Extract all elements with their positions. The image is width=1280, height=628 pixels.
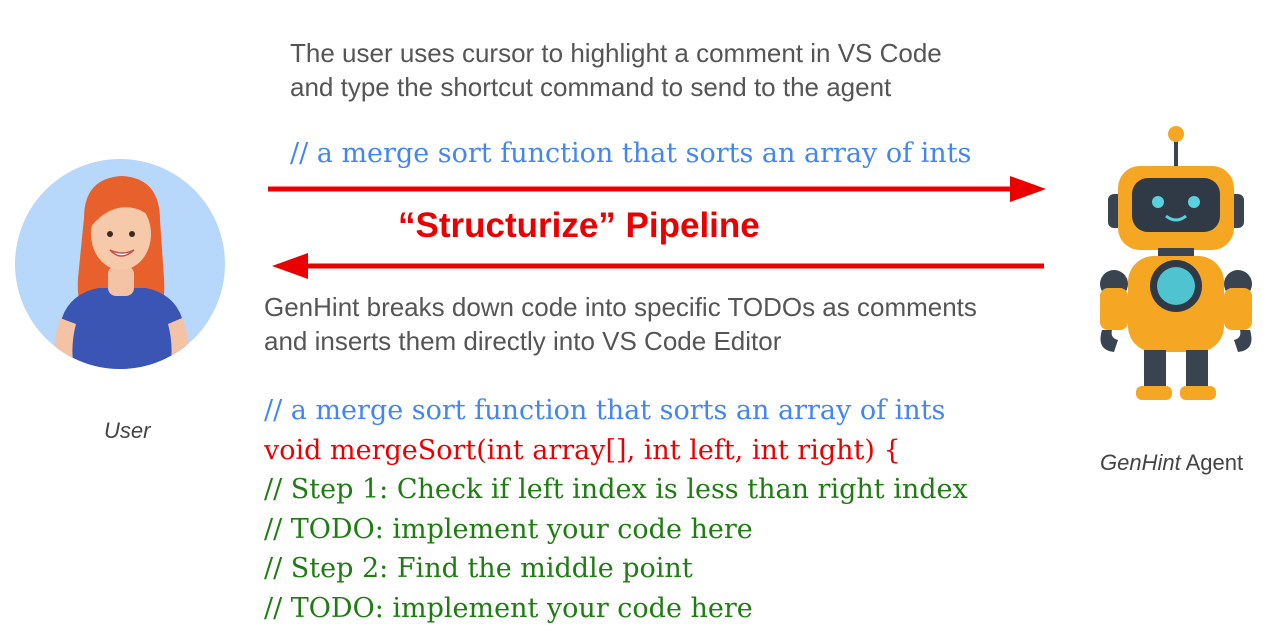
genhint-agent-robot: [1092, 124, 1262, 404]
robot-icon: [1100, 126, 1252, 400]
bottom-note: GenHint breaks down code into specific T…: [264, 290, 1064, 358]
request-comment: // a merge sort function that sorts an a…: [290, 138, 972, 169]
bottom-note-line-2: and inserts them directly into VS Code E…: [264, 326, 782, 356]
code-line-comment: // a merge sort function that sorts an a…: [264, 395, 946, 426]
code-line-signature: void mergeSort(int array[], int left, in…: [264, 434, 901, 466]
code-line-step-2: // Step 2: Find the middle point: [264, 553, 693, 584]
arrow-to-user: [270, 252, 1046, 282]
pipeline-title: “Structurize” Pipeline: [398, 206, 760, 245]
bottom-note-line-1: GenHint breaks down code into specific T…: [264, 292, 977, 322]
agent-suffix: Agent: [1180, 450, 1244, 475]
code-line-todo-2: // TODO: implement your code here: [264, 592, 753, 624]
top-note: The user uses cursor to highlight a comm…: [290, 36, 1050, 104]
woman-avatar-icon: [15, 159, 225, 369]
user-caption: User: [104, 418, 151, 443]
agent-caption: GenHint Agent: [1100, 450, 1243, 476]
arrow-to-agent: [268, 174, 1048, 204]
top-note-line-1: The user uses cursor to highlight a comm…: [290, 38, 942, 68]
code-line-todo-1: // TODO: implement your code here: [264, 513, 753, 545]
arrow-right-icon: [268, 176, 1046, 202]
user-avatar: [14, 158, 226, 370]
arrow-left-icon: [272, 253, 1044, 279]
code-line-step-1: // Step 1: Check if left index is less t…: [264, 474, 968, 505]
generated-code-block: // a merge sort function that sorts an a…: [264, 391, 968, 628]
agent-name: GenHint: [1100, 450, 1181, 475]
top-note-line-2: and type the shortcut command to send to…: [290, 72, 892, 102]
